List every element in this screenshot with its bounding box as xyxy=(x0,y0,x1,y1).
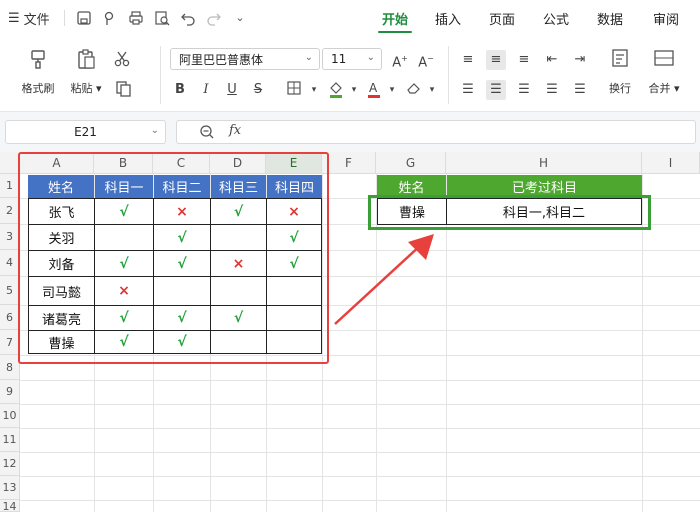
print-preview-icon[interactable] xyxy=(154,10,170,26)
chevron-down-icon[interactable]: ▾ xyxy=(422,80,442,100)
paste-button[interactable]: 粘贴 ▾ xyxy=(64,48,108,104)
merge-cells-icon xyxy=(642,48,686,74)
svg-text:A: A xyxy=(369,81,378,95)
formula-input[interactable]: fx xyxy=(176,120,696,144)
tab-data[interactable]: 数据 xyxy=(586,0,634,36)
align-middle-icon[interactable]: ≡ xyxy=(486,50,506,70)
row-header-14[interactable]: 14 xyxy=(0,500,20,512)
chevron-down-icon[interactable]: ▾ xyxy=(304,80,324,100)
row-header-8[interactable]: 8 xyxy=(0,355,20,380)
select-all-corner[interactable] xyxy=(0,152,20,174)
fx-icon[interactable]: fx xyxy=(229,123,241,138)
column-header-h[interactable]: H xyxy=(446,152,642,174)
align-bottom-icon[interactable]: ≡ xyxy=(514,50,534,70)
export-pdf-icon[interactable] xyxy=(102,10,118,26)
name-box[interactable]: E21 ⌄ xyxy=(5,120,166,144)
paste-label: 粘贴 ▾ xyxy=(70,82,102,95)
undo-icon[interactable] xyxy=(180,10,196,26)
file-menu-label: 文件 xyxy=(23,12,50,28)
print-icon[interactable] xyxy=(128,10,144,26)
menu-bar: ☰ 文件 ⌄ 开始 插入 页面 公式 数据 审阅 xyxy=(0,0,700,36)
align-center-icon[interactable]: ☰ xyxy=(486,80,506,100)
redo-icon[interactable] xyxy=(206,10,222,26)
merge-button[interactable]: 合并 ▾ xyxy=(642,48,686,104)
wrap-text-button[interactable]: 换行 xyxy=(598,48,642,104)
row-header-9[interactable]: 9 xyxy=(0,380,20,404)
bold-icon[interactable]: B xyxy=(170,80,190,100)
underline-icon[interactable]: U xyxy=(222,80,242,100)
row-header-3[interactable]: 3 xyxy=(0,224,20,250)
align-top-icon[interactable]: ≡ xyxy=(458,50,478,70)
clipboard-icon xyxy=(64,48,108,74)
save-icon[interactable] xyxy=(76,10,92,26)
brush-icon xyxy=(16,48,60,74)
column-header-i[interactable]: I xyxy=(642,152,700,174)
tab-review[interactable]: 审阅 xyxy=(642,0,690,36)
merge-label: 合并 ▾ xyxy=(648,82,680,95)
red-arrow-icon xyxy=(334,234,434,325)
font-color-icon[interactable]: A xyxy=(364,80,384,100)
align-left-icon[interactable]: ☰ xyxy=(458,80,478,100)
justify-icon[interactable]: ☰ xyxy=(542,80,562,100)
tab-formula[interactable]: 公式 xyxy=(532,0,580,36)
column-header-f[interactable]: F xyxy=(322,152,376,174)
formula-bar: E21 ⌄ fx xyxy=(0,112,700,152)
file-menu[interactable]: ☰ 文件 xyxy=(8,0,50,36)
indent-increase-icon[interactable]: ⇥ xyxy=(570,50,590,70)
border-icon[interactable] xyxy=(284,80,304,100)
fill-color-icon[interactable] xyxy=(326,80,346,100)
zoom-icon[interactable] xyxy=(199,124,215,144)
chevron-down-icon[interactable]: ⌄ xyxy=(232,10,248,26)
chevron-down-icon: ⌄ xyxy=(366,52,375,63)
row-header-4[interactable]: 4 xyxy=(0,250,20,276)
wrap-text-icon xyxy=(598,48,642,74)
row-header-12[interactable]: 12 xyxy=(0,452,20,476)
format-painter-button[interactable]: 格式刷 xyxy=(16,48,60,104)
ribbon-toolbar: 格式刷 粘贴 ▾ 阿里巴巴普惠体 ⌄ 11 ⌄ A+ A− B I U S ▾ … xyxy=(0,36,700,112)
format-painter-label: 格式刷 xyxy=(21,82,55,95)
row-header-6[interactable]: 6 xyxy=(0,305,20,330)
chevron-down-icon[interactable]: ▾ xyxy=(382,80,402,100)
font-name-select[interactable]: 阿里巴巴普惠体 ⌄ xyxy=(170,48,320,70)
decrease-font-icon[interactable]: A− xyxy=(416,49,436,70)
row-header-13[interactable]: 13 xyxy=(0,476,20,500)
distribute-icon[interactable]: ☰ xyxy=(570,80,590,100)
increase-font-icon[interactable]: A+ xyxy=(390,49,410,70)
row-header-1[interactable]: 1 xyxy=(0,174,20,198)
copy-icon[interactable] xyxy=(114,80,134,100)
tab-home[interactable]: 开始 xyxy=(370,0,420,36)
cut-icon[interactable] xyxy=(112,50,132,70)
eraser-icon[interactable] xyxy=(404,80,424,100)
indent-decrease-icon[interactable]: ⇤ xyxy=(542,50,562,70)
chevron-down-icon: ⌄ xyxy=(150,125,159,136)
tab-insert[interactable]: 插入 xyxy=(424,0,472,36)
chevron-down-icon[interactable]: ▾ xyxy=(344,80,364,100)
green-highlight-box xyxy=(368,195,651,230)
strikethrough-icon[interactable]: S xyxy=(248,80,268,100)
cell-reference: E21 xyxy=(74,125,97,139)
row-header-5[interactable]: 5 xyxy=(0,276,20,305)
font-size-value: 11 xyxy=(331,52,347,66)
row-header-10[interactable]: 10 xyxy=(0,404,20,428)
font-size-select[interactable]: 11 ⌄ xyxy=(322,48,382,70)
row-header-11[interactable]: 11 xyxy=(0,428,20,452)
hamburger-icon: ☰ xyxy=(8,10,20,26)
italic-icon[interactable]: I xyxy=(196,80,216,100)
spreadsheet-grid: A B C D E F G H I 1 2 3 4 5 6 7 8 9 10 1… xyxy=(0,152,700,512)
red-highlight-box xyxy=(18,152,329,364)
row-header-2[interactable]: 2 xyxy=(0,198,20,224)
align-right-icon[interactable]: ☰ xyxy=(514,80,534,100)
font-name-value: 阿里巴巴普惠体 xyxy=(179,52,264,67)
column-header-g[interactable]: G xyxy=(376,152,446,174)
tab-page[interactable]: 页面 xyxy=(478,0,526,36)
row-header-7[interactable]: 7 xyxy=(0,330,20,355)
chevron-down-icon: ⌄ xyxy=(304,52,313,63)
wrap-text-label: 换行 xyxy=(609,82,631,95)
